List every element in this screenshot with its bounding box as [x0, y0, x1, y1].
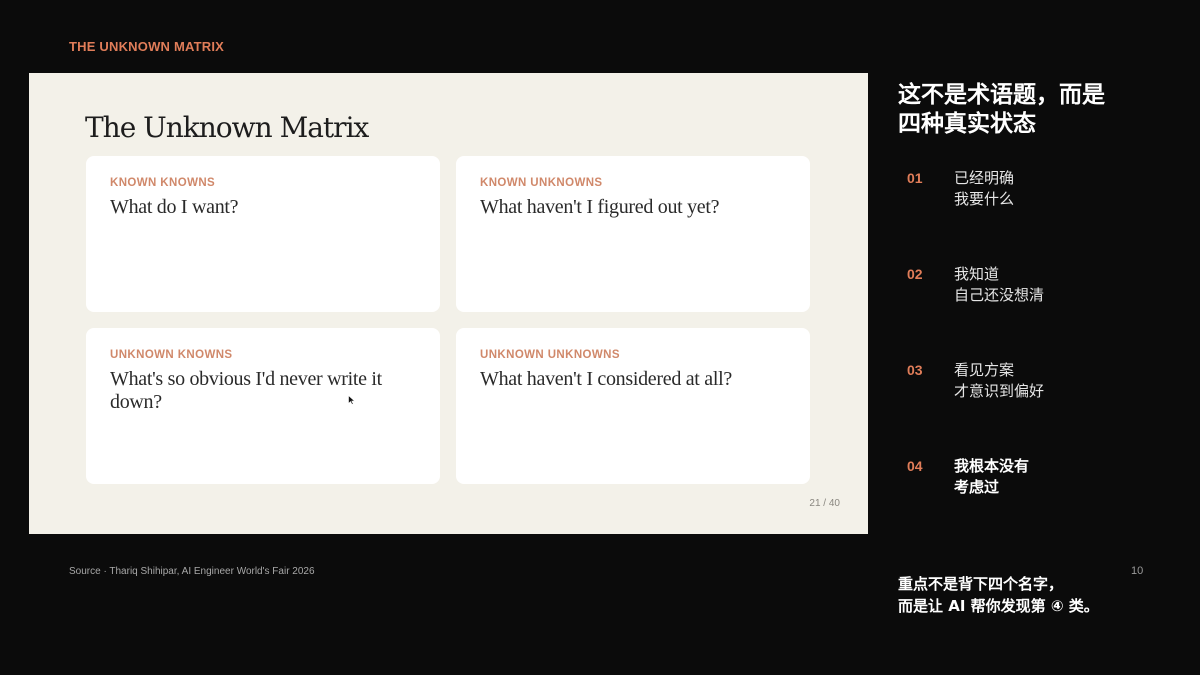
matrix-card-known-knowns: KNOWN KNOWNS What do I want?: [86, 156, 440, 312]
panel-title: 这不是术语题，而是 四种真实状态: [898, 82, 1105, 137]
card-label: KNOWN UNKNOWNS: [480, 177, 603, 189]
slide-title: The Unknown Matrix: [85, 111, 369, 144]
card-label: UNKNOWN UNKNOWNS: [480, 349, 620, 361]
state-text: 我知道 自己还没想清: [954, 265, 1045, 304]
state-number: 02: [907, 266, 923, 282]
section-kicker: THE UNKNOWN MATRIX: [69, 39, 225, 54]
state-text: 我根本没有 考虑过: [954, 457, 1030, 496]
source-citation: Source · Thariq Shihipar, AI Engineer Wo…: [69, 566, 315, 577]
matrix-card-unknown-unknowns: UNKNOWN UNKNOWNS What haven't I consider…: [456, 328, 810, 484]
page-number: 10: [1131, 565, 1144, 577]
card-question: What haven't I considered at all?: [480, 368, 732, 390]
matrix-card-known-unknowns: KNOWN UNKNOWNS What haven't I figured ou…: [456, 156, 810, 312]
state-text: 已经明确 我要什么: [954, 169, 1015, 208]
state-number: 01: [907, 170, 923, 186]
matrix-card-unknown-knowns: UNKNOWN KNOWNS What's so obvious I'd nev…: [86, 328, 440, 484]
card-label: KNOWN KNOWNS: [110, 177, 216, 189]
card-question: What's so obvious I'd never write it dow…: [110, 368, 382, 413]
embedded-slide: The Unknown Matrix KNOWN KNOWNS What do …: [29, 73, 868, 534]
state-number: 04: [907, 458, 923, 474]
card-question: What do I want?: [110, 196, 239, 218]
state-number: 03: [907, 362, 923, 378]
mouse-cursor-icon: [348, 395, 356, 405]
slide-page-indicator: 21 / 40: [809, 498, 840, 509]
card-question: What haven't I figured out yet?: [480, 196, 720, 218]
state-text: 看见方案 才意识到偏好: [954, 361, 1045, 400]
takeaway-text: 重点不是背下四个名字， 而是让 AI 帮你发现第 ④ 类。: [898, 575, 1099, 615]
card-label: UNKNOWN KNOWNS: [110, 349, 233, 361]
